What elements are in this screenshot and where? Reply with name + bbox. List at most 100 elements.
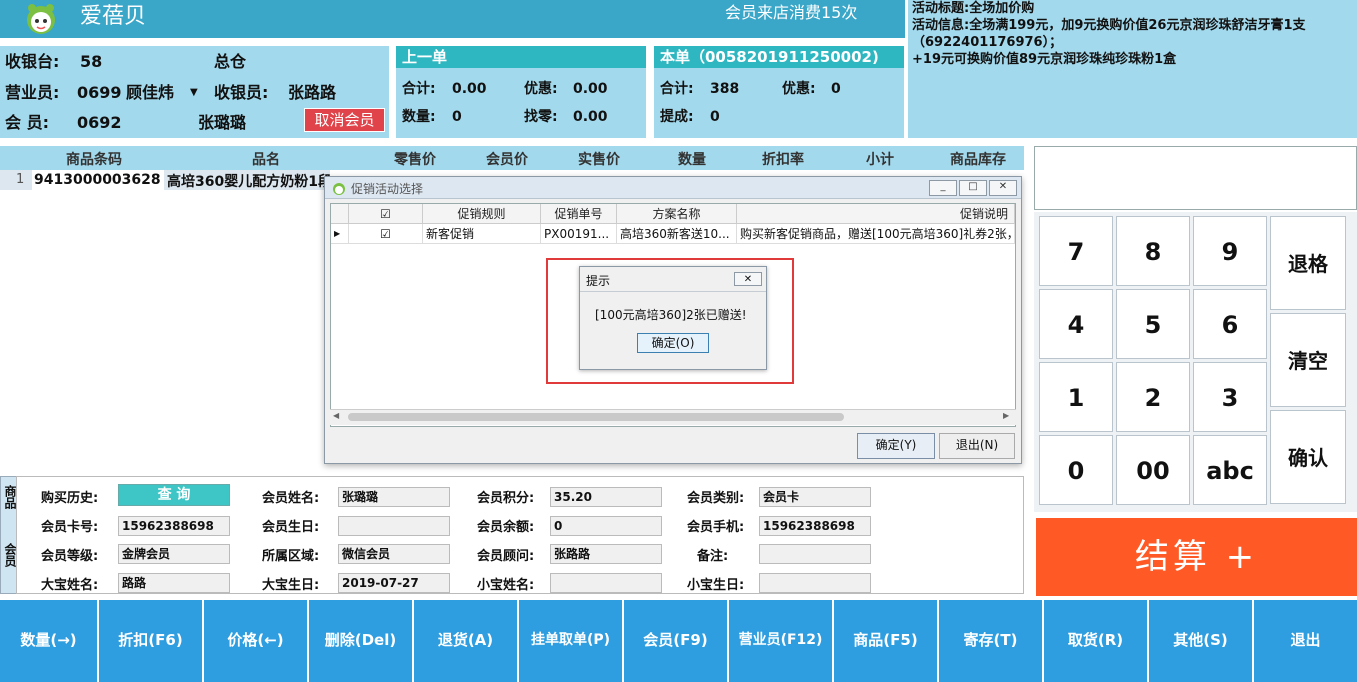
member-note-field[interactable] bbox=[759, 544, 871, 564]
member-card-field[interactable]: 15962388698 bbox=[118, 516, 230, 536]
message-box: 提示 ✕ [100元高培360]2张已赠送! 确定(O) bbox=[579, 266, 767, 370]
register-label: 收银台: bbox=[5, 52, 60, 71]
cur-total-label: 合计: bbox=[660, 81, 694, 97]
key-abc[interactable]: abc bbox=[1193, 435, 1267, 505]
query-button[interactable]: 查 询 bbox=[118, 484, 230, 506]
return-button[interactable]: 退货(A) bbox=[414, 600, 519, 682]
horizontal-scrollbar[interactable]: ◀ ▶ bbox=[330, 409, 1016, 425]
member-name-field[interactable]: 张璐璐 bbox=[338, 487, 450, 507]
quantity-button[interactable]: 数量(→) bbox=[0, 600, 99, 682]
msgbox-message: [100元高培360]2张已赠送! bbox=[595, 308, 747, 322]
key-00[interactable]: 00 bbox=[1116, 435, 1190, 505]
keypad: 7 8 9 退格 4 5 6 清空 1 2 3 确认 0 00 abc bbox=[1034, 212, 1357, 512]
msgbox-title: 提示 bbox=[586, 274, 611, 288]
key-5[interactable]: 5 bbox=[1116, 289, 1190, 359]
scroll-left-icon[interactable]: ◀ bbox=[333, 411, 339, 420]
key-3[interactable]: 3 bbox=[1193, 362, 1267, 432]
col-subtotal: 小计 bbox=[866, 152, 894, 168]
msgbox-ok-button[interactable]: 确定(O) bbox=[637, 333, 709, 353]
logo-icon bbox=[27, 4, 55, 34]
deposit-button[interactable]: 寄存(T) bbox=[939, 600, 1044, 682]
child2-name-label: 小宝姓名: bbox=[477, 578, 535, 593]
activity-extra: +19元可换购价值89元京润珍珠纯珍珠粉1盒 bbox=[912, 52, 1177, 67]
price-button[interactable]: 价格(←) bbox=[204, 600, 309, 682]
dialog-ok-button[interactable]: 确定(Y) bbox=[857, 433, 935, 459]
promo-order-no[interactable]: PX00191... bbox=[541, 224, 617, 244]
close-icon[interactable]: ✕ bbox=[734, 272, 762, 286]
member-button[interactable]: 会员(F9) bbox=[624, 600, 729, 682]
hold-order-button[interactable]: 挂单取单(P) bbox=[519, 600, 624, 682]
col-retail-price: 零售价 bbox=[394, 152, 436, 168]
row-checkbox[interactable]: ☑ bbox=[349, 224, 423, 244]
child1-name-field[interactable]: 路路 bbox=[118, 573, 230, 593]
member-region-field[interactable]: 微信会员 bbox=[338, 544, 450, 564]
table-row[interactable]: 1 9413000003628 高培360婴儿配方奶粉1段 bbox=[0, 170, 332, 190]
cashier-label: 收银员: bbox=[214, 83, 269, 102]
promo-rule[interactable]: 新客促销 bbox=[423, 224, 541, 244]
child1-birthday-field[interactable]: 2019-07-27 bbox=[338, 573, 450, 593]
tab-member[interactable]: 会员 bbox=[2, 543, 17, 567]
maximize-icon[interactable]: □ bbox=[959, 180, 987, 196]
backspace-button[interactable]: 退格 bbox=[1270, 216, 1346, 310]
key-8[interactable]: 8 bbox=[1116, 216, 1190, 286]
key-1[interactable]: 1 bbox=[1039, 362, 1113, 432]
exit-button[interactable]: 退出 bbox=[1254, 600, 1357, 682]
scrollbar-thumb[interactable] bbox=[348, 413, 844, 421]
member-phone-field[interactable]: 15962388698 bbox=[759, 516, 871, 536]
cur-commission-label: 提成: bbox=[660, 109, 694, 125]
tab-product[interactable]: 商品 bbox=[2, 485, 17, 509]
member-balance-field[interactable]: 0 bbox=[550, 516, 662, 536]
prev-total-value: 0.00 bbox=[452, 81, 487, 97]
child2-birthday-field[interactable] bbox=[759, 573, 871, 593]
dialog-exit-button[interactable]: 退出(N) bbox=[939, 433, 1015, 459]
close-icon[interactable]: ✕ bbox=[989, 180, 1017, 196]
salesperson-select[interactable]: 顾佳炜 bbox=[126, 83, 174, 103]
col-rule: 促销规则 bbox=[423, 204, 541, 224]
other-button[interactable]: 其他(S) bbox=[1149, 600, 1254, 682]
chevron-down-icon[interactable]: ▼ bbox=[190, 83, 198, 103]
product-button[interactable]: 商品(F5) bbox=[834, 600, 939, 682]
member-type-field[interactable]: 会员卡 bbox=[759, 487, 871, 507]
level-label: 会员等级: bbox=[41, 549, 99, 564]
app-icon bbox=[333, 183, 345, 195]
cancel-member-button[interactable]: 取消会员 bbox=[304, 108, 385, 132]
child2-birthday-label: 小宝生日: bbox=[687, 578, 745, 593]
previous-order-panel: 上一单 合计: 0.00 优惠: 0.00 数量: 0 找零: 0.00 bbox=[396, 46, 646, 138]
activity-title: 活动标题:全场加价购 bbox=[912, 1, 1035, 16]
delete-button[interactable]: 删除(Del) bbox=[309, 600, 414, 682]
key-2[interactable]: 2 bbox=[1116, 362, 1190, 432]
confirm-button[interactable]: 确认 bbox=[1270, 410, 1346, 504]
member-level-field[interactable]: 金牌会员 bbox=[118, 544, 230, 564]
row-index: 1 bbox=[16, 172, 25, 187]
prev-discount-value: 0.00 bbox=[573, 81, 608, 97]
child2-name-field[interactable] bbox=[550, 573, 662, 593]
key-6[interactable]: 6 bbox=[1193, 289, 1267, 359]
dialog-titlebar[interactable]: 促销活动选择 _ □ ✕ bbox=[325, 177, 1021, 199]
cur-discount-label: 优惠: bbox=[782, 81, 816, 97]
key-9[interactable]: 9 bbox=[1193, 216, 1267, 286]
minimize-icon[interactable]: _ bbox=[929, 180, 957, 196]
clear-button[interactable]: 清空 bbox=[1270, 313, 1346, 407]
member-birthday-field[interactable] bbox=[338, 516, 450, 536]
key-7[interactable]: 7 bbox=[1039, 216, 1113, 286]
app-header: 爱蓓贝 会员来店消费15次 bbox=[0, 0, 905, 38]
key-0[interactable]: 0 bbox=[1039, 435, 1113, 505]
member-points-field[interactable]: 35.20 bbox=[550, 487, 662, 507]
select-all-checkbox[interactable]: ☑ bbox=[349, 204, 423, 224]
checkout-button[interactable]: 结算 + bbox=[1036, 518, 1357, 596]
grid-corner bbox=[331, 204, 349, 224]
salesperson-button[interactable]: 营业员(F12) bbox=[729, 600, 834, 682]
scroll-right-icon[interactable]: ▶ bbox=[1003, 411, 1009, 420]
promo-plan[interactable]: 高培360新客送10... bbox=[617, 224, 737, 244]
member-advisor-field[interactable]: 张路路 bbox=[550, 544, 662, 564]
promo-desc[interactable]: 购买新客促销商品，赠送[100元高培360]礼券2张， bbox=[737, 224, 1015, 244]
points-label: 会员积分: bbox=[477, 491, 535, 506]
pickup-button[interactable]: 取货(R) bbox=[1044, 600, 1149, 682]
col-order-no: 促销单号 bbox=[541, 204, 617, 224]
row-product-name: 高培360婴儿配方奶粉1段 bbox=[167, 174, 332, 190]
discount-button[interactable]: 折扣(F6) bbox=[99, 600, 204, 682]
name-label: 会员姓名: bbox=[262, 491, 320, 506]
member-code: 0692 bbox=[77, 113, 122, 132]
col-barcode: 商品条码 bbox=[66, 152, 122, 168]
key-4[interactable]: 4 bbox=[1039, 289, 1113, 359]
